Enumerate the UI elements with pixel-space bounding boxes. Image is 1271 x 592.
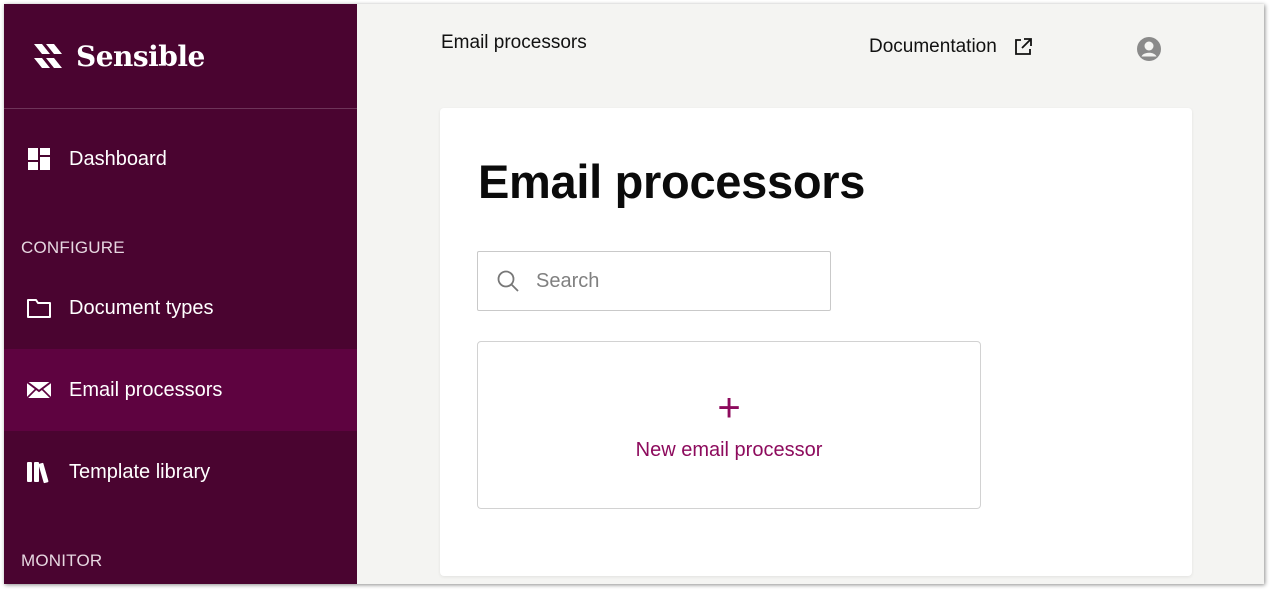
- main-content: Email processors Documentation Email pro…: [357, 4, 1264, 584]
- library-icon: [26, 459, 52, 485]
- brand-logo[interactable]: Sensible: [4, 4, 357, 109]
- section-label-configure: CONFIGURE: [21, 238, 125, 257]
- breadcrumb: Email processors: [441, 32, 587, 53]
- sidebar-item-label: Document types: [69, 296, 214, 319]
- search-icon: [497, 270, 519, 292]
- folder-icon: [26, 295, 52, 321]
- new-email-processor-label: New email processor: [635, 438, 823, 461]
- sidebar: Sensible Dashboard CONFIGURE Document ty…: [4, 4, 357, 584]
- sidebar-item-document-types[interactable]: Document types: [4, 267, 357, 349]
- content-card: Email processors + New email processor: [440, 108, 1192, 576]
- envelope-icon: [26, 377, 52, 403]
- external-link-icon: [1014, 38, 1032, 55]
- sidebar-item-email-processors[interactable]: Email processors: [4, 349, 357, 431]
- new-email-processor-button[interactable]: + New email processor: [477, 341, 981, 509]
- dashboard-icon: [26, 146, 52, 172]
- app-window: Sensible Dashboard CONFIGURE Document ty…: [4, 4, 1264, 584]
- sensible-logo-icon: [34, 44, 62, 68]
- user-avatar-icon[interactable]: [1136, 36, 1162, 62]
- documentation-label: Documentation: [869, 36, 997, 57]
- page-title: Email processors: [478, 155, 866, 208]
- sidebar-item-label: Template library: [69, 460, 211, 483]
- documentation-link[interactable]: Documentation: [869, 36, 1033, 58]
- brand-name: Sensible: [76, 39, 205, 73]
- sidebar-item-label: Dashboard: [69, 147, 167, 170]
- sidebar-item-template-library[interactable]: Template library: [4, 431, 357, 513]
- search-input[interactable]: [536, 269, 806, 293]
- search-box[interactable]: [477, 251, 831, 311]
- section-label-monitor: MONITOR: [21, 551, 103, 570]
- sidebar-item-label: Email processors: [69, 378, 223, 401]
- plus-icon: +: [717, 385, 741, 430]
- sidebar-item-dashboard[interactable]: Dashboard: [4, 118, 357, 200]
